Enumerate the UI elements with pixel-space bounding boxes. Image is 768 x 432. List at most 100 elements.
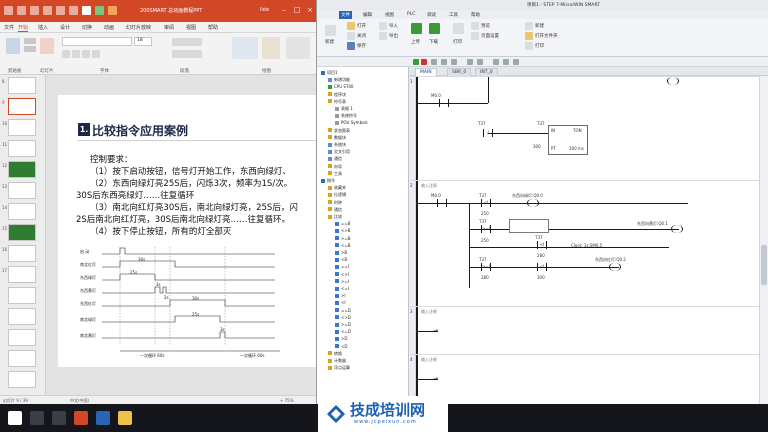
- compare-contact[interactable]: <I: [537, 263, 547, 271]
- contact-element[interactable]: [439, 99, 449, 107]
- underline-icon[interactable]: [82, 50, 90, 58]
- close-icon[interactable]: ×: [306, 6, 314, 14]
- tree-item[interactable]: >=I: [335, 279, 349, 284]
- tree-item[interactable]: 向导: [328, 164, 342, 170]
- tree-item[interactable]: ==B: [335, 221, 350, 226]
- open-folder-label[interactable]: 打开文件夹: [535, 33, 558, 39]
- export-label[interactable]: 导出: [389, 33, 398, 39]
- slide-thumbnail[interactable]: [8, 224, 36, 241]
- requirement-line[interactable]: （1）按下启动按钮，信号灯开始工作，东西向绿灯、: [90, 165, 291, 177]
- upload-small-icon[interactable]: [441, 59, 447, 65]
- tree-item[interactable]: 工具: [328, 171, 342, 177]
- scrollbar-thumb[interactable]: [761, 245, 767, 285]
- tree-item[interactable]: 时钟: [328, 200, 342, 206]
- font-name-input[interactable]: [62, 37, 132, 46]
- tree-item[interactable]: 比较: [328, 214, 342, 220]
- requirement-line[interactable]: （3）南北向红灯亮30S后，南北向绿灯亮，25S后，闪: [90, 201, 298, 213]
- stop-icon[interactable]: [421, 59, 427, 65]
- slide-title[interactable]: 比较指令应用案例: [92, 122, 188, 139]
- preview-label[interactable]: 预览: [481, 23, 490, 29]
- empty-rung-arrow[interactable]: →: [433, 375, 438, 382]
- coil-element[interactable]: [527, 199, 539, 207]
- requirement-line[interactable]: （4）按下停止按钮，所有的灯全部灭: [90, 225, 231, 237]
- tree-item[interactable]: CPU ST40: [328, 84, 353, 89]
- slide-thumbnail[interactable]: [8, 329, 36, 346]
- requirement-line[interactable]: 30S后东西亮绿灯……往复循环: [76, 189, 194, 201]
- tree-item[interactable]: <=B: [335, 243, 350, 248]
- plc-taskbar-icon[interactable]: [96, 411, 110, 425]
- bold-icon[interactable]: [62, 50, 70, 58]
- box-icon[interactable]: [513, 59, 519, 65]
- contact-address[interactable]: M0.0: [431, 93, 441, 98]
- print-small-label[interactable]: 打印: [535, 43, 544, 49]
- slide-thumbnail[interactable]: [8, 77, 36, 94]
- tree-item[interactable]: >B: [335, 250, 347, 255]
- network-comment[interactable]: 输入注释: [421, 183, 437, 189]
- tab-insert[interactable]: 插入: [38, 24, 48, 31]
- task-view-icon[interactable]: [52, 411, 66, 425]
- open-label[interactable]: 打开: [357, 23, 366, 29]
- contact-address[interactable]: T37: [479, 219, 487, 224]
- tree-item[interactable]: <=I: [335, 286, 349, 291]
- start-icon[interactable]: [8, 411, 22, 425]
- coil-address[interactable]: 东西向红灯:Q0.2: [595, 257, 626, 263]
- menu-debug[interactable]: 调试: [425, 11, 438, 19]
- tree-item[interactable]: 状态图表: [328, 128, 350, 134]
- coil-address[interactable]: 东西向黄灯:Q0.1: [637, 221, 668, 227]
- slide-thumbnail[interactable]: [8, 203, 36, 220]
- network-1[interactable]: 1 M0.0 T37 / T37 IN TON PT 100 ms 300: [409, 76, 759, 180]
- tree-item[interactable]: >=D: [335, 322, 351, 327]
- requirement-line[interactable]: 2S后南北向红灯亮，30S后南北向绿灯亮……往复循环。: [76, 213, 290, 225]
- ladder-editor[interactable]: 1 M0.0 T37 / T37 IN TON PT 100 ms 300 2 …: [409, 76, 759, 404]
- italic-icon[interactable]: [72, 50, 80, 58]
- minimize-icon[interactable]: –: [280, 6, 288, 14]
- tab-transitions[interactable]: 切换: [82, 24, 92, 31]
- menu-tools[interactable]: 工具: [447, 11, 460, 19]
- tree-item[interactable]: 位逻辑: [328, 192, 346, 198]
- tree-item[interactable]: 计数器: [328, 358, 346, 364]
- timer-box[interactable]: IN TON PT 100 ms: [548, 125, 588, 155]
- excel-icon[interactable]: [95, 6, 104, 15]
- upload-icon[interactable]: [411, 23, 422, 34]
- close-label[interactable]: 关闭: [357, 33, 366, 39]
- tab-review[interactable]: 审阅: [164, 24, 174, 31]
- timer-address[interactable]: T37: [537, 121, 545, 126]
- tree-item[interactable]: 指令: [321, 178, 335, 184]
- tree-item[interactable]: 转换: [328, 351, 342, 357]
- menu-help[interactable]: 帮助: [469, 11, 482, 19]
- network-comment[interactable]: 输入注释: [421, 357, 437, 363]
- menu-edit[interactable]: 编辑: [361, 11, 374, 19]
- coil-element[interactable]: [667, 77, 679, 85]
- download-small-icon[interactable]: [451, 59, 457, 65]
- tree-item[interactable]: 项目1: [321, 70, 338, 76]
- network-3[interactable]: 3 输入注释 →: [409, 306, 759, 354]
- strikethrough-icon[interactable]: [92, 50, 100, 58]
- timer-preset[interactable]: 300: [533, 144, 541, 149]
- print-icon[interactable]: [453, 23, 464, 34]
- folder-icon[interactable]: [56, 6, 65, 15]
- tree-item[interactable]: <>I: [335, 272, 349, 277]
- contact-address[interactable]: M0.0: [431, 193, 441, 198]
- font-size-input[interactable]: 18: [134, 37, 152, 46]
- new-slide-icon[interactable]: [40, 38, 54, 54]
- import-icon[interactable]: [379, 22, 387, 30]
- tree-item[interactable]: <=D: [335, 329, 351, 334]
- tree-item[interactable]: <I: [335, 300, 346, 305]
- tree-item[interactable]: 浮点运算: [328, 365, 350, 371]
- tree-item[interactable]: 新增功能: [328, 77, 350, 83]
- contact-address[interactable]: T37: [479, 193, 487, 198]
- tab-design[interactable]: 设计: [60, 24, 70, 31]
- slide-thumbnail[interactable]: [8, 119, 36, 136]
- requirement-heading[interactable]: 控制要求：: [90, 153, 133, 165]
- open-folder-icon[interactable]: [525, 32, 533, 40]
- word-icon[interactable]: [82, 6, 91, 15]
- editor-scrollbar[interactable]: [759, 76, 768, 404]
- slide-thumbnail[interactable]: [8, 140, 36, 157]
- tab-slideshow[interactable]: 幻灯片放映: [126, 24, 151, 31]
- network-comment[interactable]: 输入注释: [421, 309, 437, 315]
- tree-item[interactable]: 表格 1: [335, 106, 353, 112]
- coil-element[interactable]: [609, 263, 621, 271]
- redo-icon[interactable]: [30, 6, 39, 15]
- save-project-icon[interactable]: [347, 42, 355, 50]
- tree-item[interactable]: 符号表: [328, 99, 346, 105]
